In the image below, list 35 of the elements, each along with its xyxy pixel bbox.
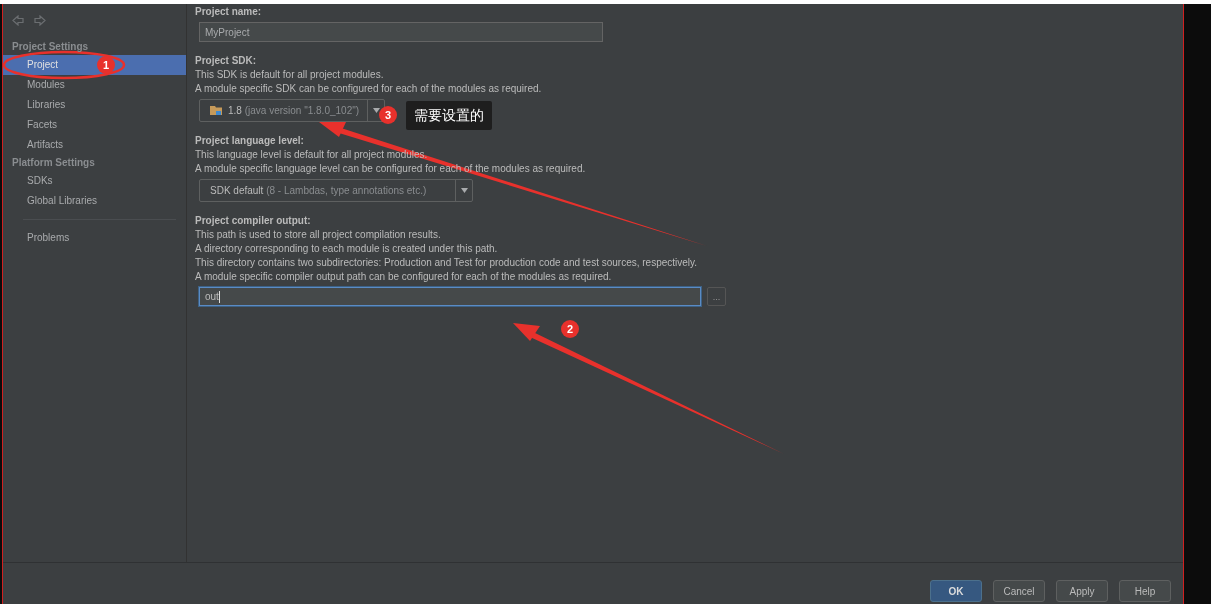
callout-label: 需要设置的 xyxy=(406,101,492,130)
description-text: A module specific SDK can be configured for each of the modules as required. xyxy=(195,82,542,96)
output-path-field[interactable]: out xyxy=(199,287,701,306)
dropdown-arrow-icon xyxy=(460,188,468,193)
sidebar-item[interactable]: Artifacts xyxy=(3,135,186,155)
sidebar-item[interactable]: Modules xyxy=(3,75,186,95)
field-label: Project language level: xyxy=(195,134,304,148)
ok-button[interactable]: OK xyxy=(930,580,982,602)
forward-arrow-icon[interactable] xyxy=(34,14,46,26)
step-badge: 2 xyxy=(561,320,579,338)
description-text: A module specific compiler output path can be configured for each of the modules as required. xyxy=(195,270,612,284)
section-header: Project Settings xyxy=(12,41,89,52)
description-text: A directory corresponding to each module is created under this path. xyxy=(195,242,498,256)
folder-icon xyxy=(210,105,223,116)
description-text: This path is used to store all project compilation results. xyxy=(195,228,441,242)
field-label: Project name: xyxy=(195,5,262,19)
dialog-button[interactable]: Cancel xyxy=(993,580,1045,602)
sidebar-item[interactable]: Problems xyxy=(3,228,186,248)
browse-button[interactable]: ... xyxy=(707,287,726,306)
section-header: Platform Settings xyxy=(12,157,95,168)
dropdown-arrow-icon xyxy=(372,108,380,113)
description-text: This directory contains two subdirectories: Production and Test for production code and test sources, respectively. xyxy=(195,256,698,270)
description-text: This SDK is default for all project modules. xyxy=(195,68,384,82)
field-label: Project compiler output: xyxy=(195,214,311,228)
step-badge: 3 xyxy=(379,106,397,124)
sidebar-item[interactable]: Facets xyxy=(3,115,186,135)
sidebar-item[interactable]: Libraries xyxy=(3,95,186,115)
dialog-button[interactable]: Apply xyxy=(1056,580,1108,602)
project-name-field[interactable]: MyProject xyxy=(199,22,603,42)
language-level-dropdown[interactable]: SDK default (8 - Lambdas, type annotations etc.) xyxy=(199,179,473,202)
back-arrow-icon[interactable] xyxy=(12,14,24,26)
field-label: Project SDK: xyxy=(195,54,257,68)
dialog-button[interactable]: Help xyxy=(1119,580,1171,602)
sidebar-item[interactable]: SDKs xyxy=(3,171,186,191)
sidebar-item[interactable]: Global Libraries xyxy=(3,191,186,211)
